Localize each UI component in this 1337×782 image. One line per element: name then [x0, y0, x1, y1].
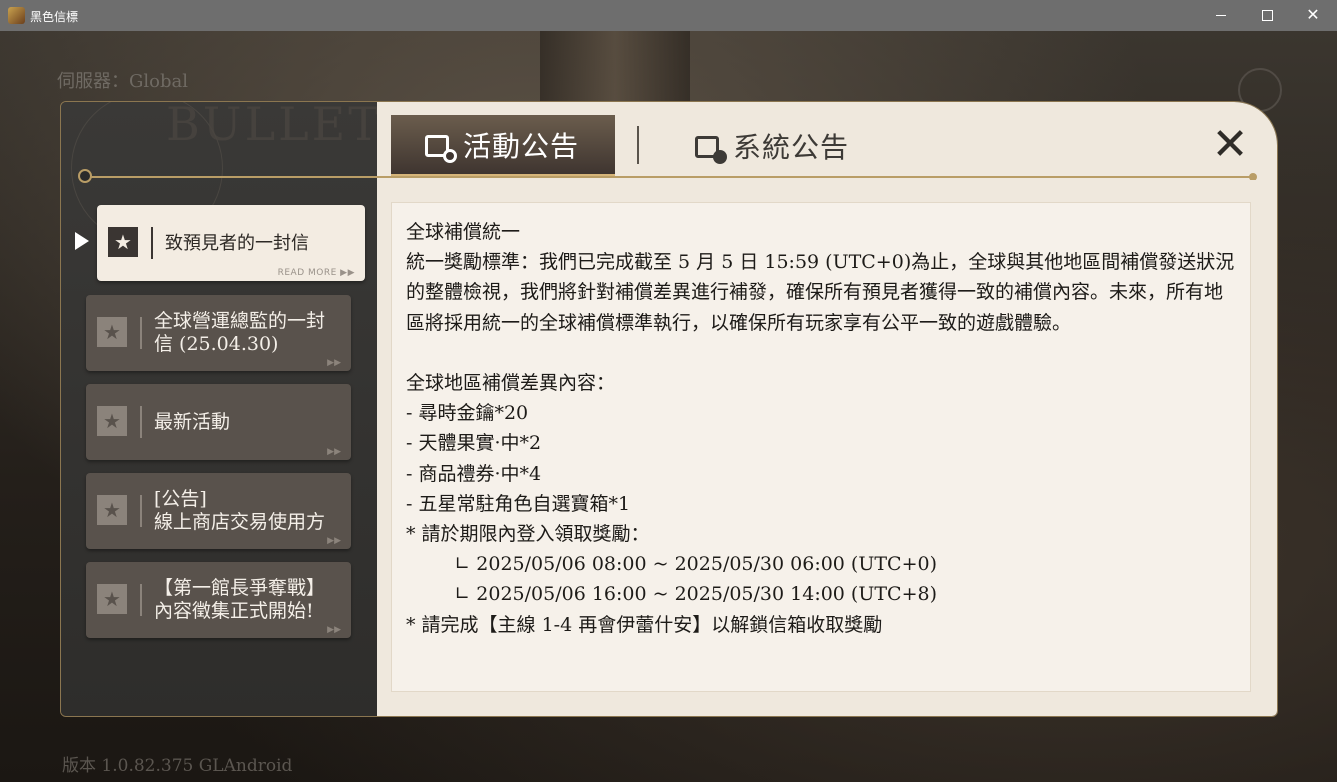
server-label: 伺服器：Global	[57, 71, 188, 92]
item-divider	[151, 227, 153, 259]
bulletin-item-label: [公告] 線上商店交易使用方	[154, 488, 326, 533]
bulletin-item-label: 全球營運總監的一封 信 (25.04.30)	[154, 310, 326, 355]
arrows-icon: ▶▶	[327, 447, 341, 457]
arrows-icon: ▶▶	[327, 536, 341, 546]
minimize-button[interactable]	[1198, 0, 1244, 31]
tab-label: 活動公告	[463, 129, 580, 163]
tab-divider	[637, 126, 639, 164]
item-divider	[140, 317, 142, 349]
calendar-clock-icon	[423, 130, 457, 163]
star-icon: ★	[97, 584, 127, 614]
item-divider	[140, 406, 142, 438]
tab-system-announcements[interactable]: 系統公告	[689, 115, 933, 177]
version-label: 版本 1.0.82.375 GLAndroid	[62, 756, 293, 776]
read-more-badge: READ MORE ▶▶	[277, 268, 355, 278]
close-icon: ✕	[1306, 6, 1320, 24]
window-close-button[interactable]: ✕	[1290, 0, 1336, 31]
tab-event-announcements[interactable]: 活動公告	[391, 115, 615, 177]
selected-pointer-icon	[75, 232, 89, 250]
arrows-icon: ▶▶	[327, 625, 341, 635]
maximize-icon	[1261, 10, 1273, 21]
star-icon: ★	[97, 495, 127, 525]
maximize-button[interactable]	[1244, 0, 1290, 31]
bulletin-item-label: 最新活動	[154, 410, 231, 433]
bulletin-item-global-director-letter[interactable]: ★ 全球營運總監的一封 信 (25.04.30) ▶▶	[86, 295, 351, 371]
bulletin-dialog: BULLET ★ 致預見者的一封信 READ MORE ▶▶ ★ 全球營運總監的…	[60, 101, 1278, 717]
bulletin-item-curator-contest[interactable]: ★ 【第一館長爭奪戰】 內容徵集正式開始! ▶▶	[86, 562, 351, 638]
bulletin-item-online-store-notice[interactable]: ★ [公告] 線上商店交易使用方 ▶▶	[86, 473, 351, 549]
item-divider	[140, 495, 142, 527]
tab-label: 系統公告	[733, 131, 850, 164]
item-divider	[140, 584, 142, 616]
content-panel: 全球補償統一 統一獎勵標準：我們已完成截至 5 月 5 日 15:59 (UTC…	[377, 180, 1277, 716]
timeline-start-dot	[78, 169, 92, 183]
app-icon	[8, 7, 25, 24]
calendar-gear-icon	[693, 131, 727, 164]
bulletin-sidebar: BULLET ★ 致預見者的一封信 READ MORE ▶▶ ★ 全球營運總監的…	[61, 102, 379, 716]
bulletin-item-letter-to-seers[interactable]: ★ 致預見者的一封信 READ MORE ▶▶	[97, 205, 365, 281]
dialog-close-button[interactable]: ✕	[1211, 119, 1249, 170]
close-icon: ✕	[1211, 119, 1249, 170]
arrows-icon: ▶▶	[327, 358, 341, 368]
bulletin-item-label: 【第一館長爭奪戰】 內容徵集正式開始!	[154, 577, 326, 622]
window-titlebar: 黑色信標 ✕	[0, 0, 1337, 31]
star-icon: ★	[97, 406, 127, 436]
minimize-icon	[1216, 15, 1226, 16]
window-title: 黑色信標	[30, 10, 79, 24]
timeline-line	[81, 176, 1256, 178]
announcement-body: 全球補償統一 統一獎勵標準：我們已完成截至 5 月 5 日 15:59 (UTC…	[391, 202, 1251, 692]
star-icon: ★	[97, 317, 127, 347]
star-icon: ★	[108, 227, 138, 257]
bulletin-item-latest-events[interactable]: ★ 最新活動 ▶▶	[86, 384, 351, 460]
bullet-watermark: BULLET	[166, 101, 382, 151]
